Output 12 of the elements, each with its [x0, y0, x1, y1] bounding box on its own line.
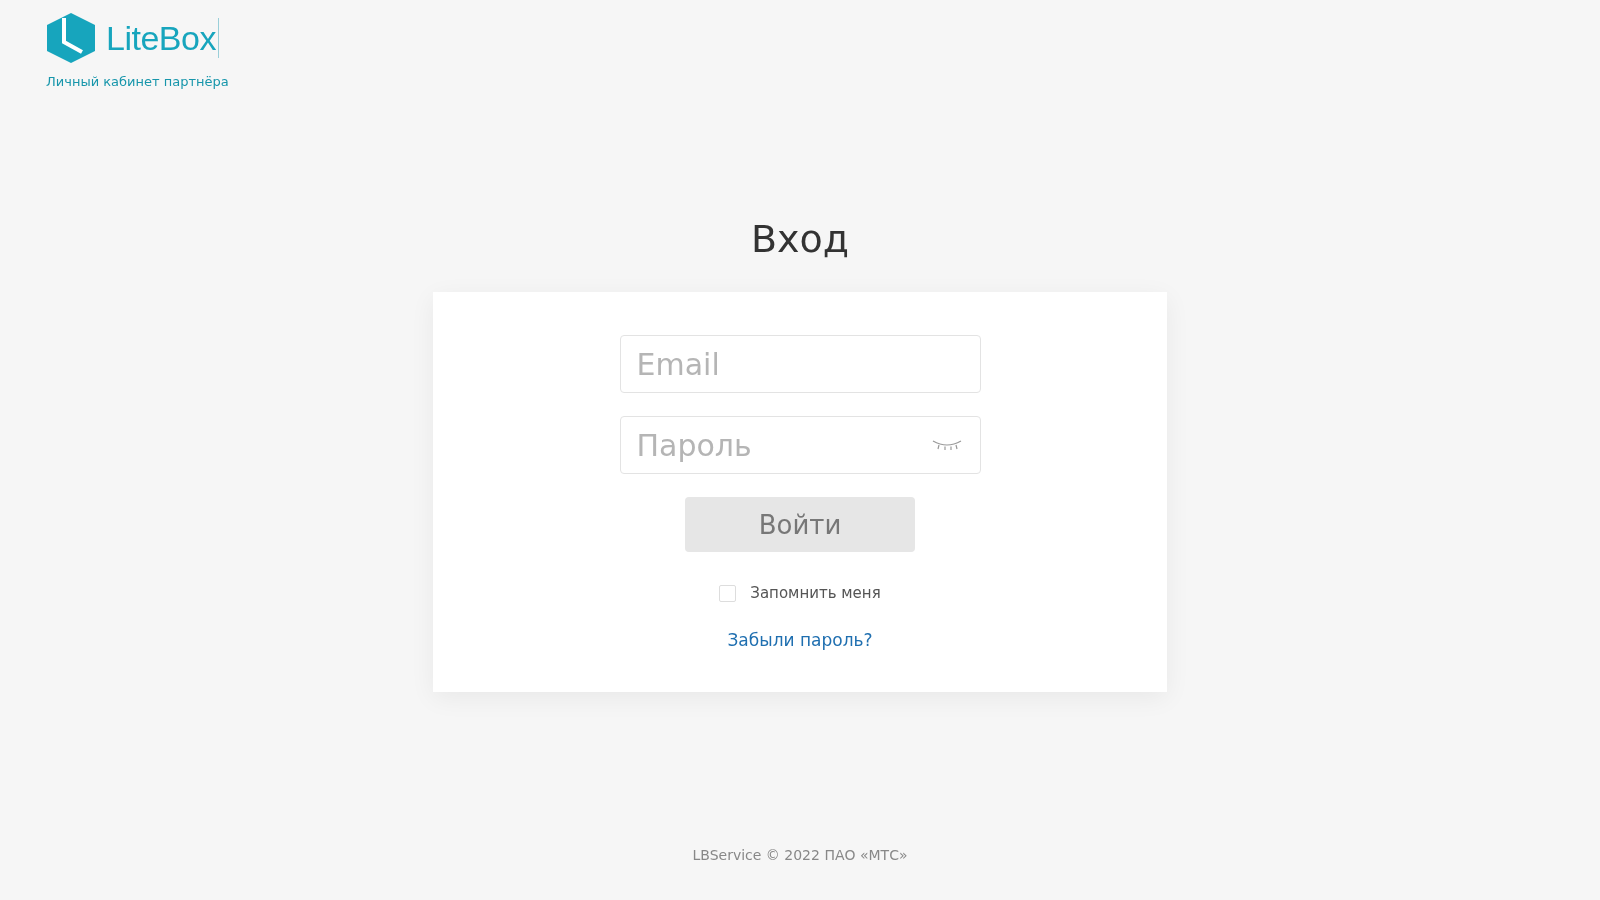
- logo-text: LiteBox: [106, 18, 219, 58]
- page-title: Вход: [750, 216, 850, 263]
- email-field[interactable]: Email: [619, 335, 981, 393]
- logo-icon: [46, 12, 96, 64]
- closed-eye-icon[interactable]: [930, 438, 963, 452]
- remember-checkbox[interactable]: [719, 584, 737, 602]
- password-field[interactable]: Пароль: [619, 416, 981, 474]
- forgot-password-link[interactable]: Забыли пароль?: [727, 630, 873, 650]
- footer-text: LBService © 2022 ПАО «МТС»: [692, 847, 908, 863]
- remember-label: Запомнить меня: [750, 584, 881, 602]
- subtitle: Личный кабинет партнёра: [46, 74, 229, 89]
- login-button[interactable]: Войти: [685, 497, 915, 552]
